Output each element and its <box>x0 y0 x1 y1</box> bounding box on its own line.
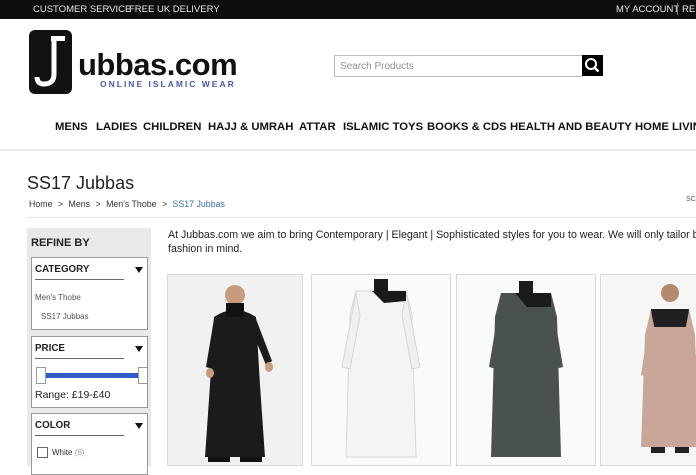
nav-mens[interactable]: MENS <box>55 121 88 133</box>
search-icon <box>585 58 600 73</box>
product-card[interactable] <box>456 274 596 466</box>
nav-home-living[interactable]: HOME LIVIN <box>635 121 696 133</box>
color-filter-heading[interactable]: COLOR <box>35 420 70 431</box>
color-option-name: White <box>52 448 73 457</box>
price-slider-track[interactable] <box>42 373 142 378</box>
filter-heading-underline <box>35 435 124 436</box>
breadcrumb: Home > Mens > Men's Thobe > SS17 Jubbas <box>29 199 228 209</box>
nav-books-cds[interactable]: BOOKS & CDS <box>427 121 507 133</box>
logo-tagline: ONLINE ISLAMIC WEAR <box>100 79 236 89</box>
sort-label[interactable]: SC <box>686 196 696 203</box>
category-option-ss17-jubbas[interactable]: SS17 Jubbas <box>41 312 89 321</box>
price-filter-heading[interactable]: PRICE <box>35 343 65 354</box>
price-range-text: Range: £19-£40 <box>35 389 111 401</box>
nav-hajj-umrah[interactable]: HAJJ & UMRAH <box>208 121 293 133</box>
header-divider <box>0 149 696 152</box>
filter-heading-underline <box>35 358 124 359</box>
breadcrumb-current[interactable]: SS17 Jubbas <box>173 199 225 209</box>
category-option-mens-thobe[interactable]: Men's Thobe <box>35 293 81 302</box>
product-image-white-jubba[interactable] <box>312 275 450 465</box>
breadcrumb-home[interactable]: Home <box>29 199 52 209</box>
product-card[interactable] <box>167 274 303 466</box>
refine-title: REFINE BY <box>31 237 90 249</box>
breadcrumb-separator: > <box>57 199 64 209</box>
search-button[interactable] <box>582 55 603 76</box>
search-input[interactable] <box>334 55 583 77</box>
topbar-divider <box>677 3 678 15</box>
price-filter: PRICE Range: £19-£40 <box>31 336 148 408</box>
intro-text: At Jubbas.com we aim to bring Contempora… <box>168 228 696 256</box>
chevron-down-icon[interactable] <box>135 423 143 429</box>
intro-line-1: At Jubbas.com we aim to bring Contempora… <box>168 229 696 241</box>
product-image-black-jubba[interactable] <box>168 275 302 465</box>
top-bar: CUSTOMER SERVICE FREE UK DELIVERY MY ACC… <box>0 0 696 19</box>
breadcrumb-separator: > <box>161 199 168 209</box>
refine-sidebar: REFINE BY CATEGORY Men's Thobe SS17 Jubb… <box>27 228 151 475</box>
page-title: SS17 Jubbas <box>27 173 135 193</box>
content-divider <box>27 217 696 218</box>
customer-service-link[interactable]: CUSTOMER SERVICE <box>33 4 131 15</box>
free-delivery-link[interactable]: FREE UK DELIVERY <box>129 4 220 15</box>
product-card[interactable] <box>311 274 451 466</box>
nav-attar[interactable]: ATTAR <box>299 121 336 133</box>
register-link[interactable]: RE <box>682 4 695 15</box>
nav-health-beauty[interactable]: HEALTH AND BEAUTY <box>510 121 632 133</box>
price-slider-max-handle[interactable] <box>138 367 148 384</box>
category-filter: CATEGORY Men's Thobe SS17 Jubbas <box>31 257 148 330</box>
logo-icon[interactable] <box>29 30 72 94</box>
nav-children[interactable]: CHILDREN <box>143 121 201 133</box>
site-header: ubbas.com ONLINE ISLAMIC WEAR MENS LADIE… <box>0 19 696 149</box>
product-image-grey-jubba[interactable] <box>457 275 595 465</box>
price-slider-min-handle[interactable] <box>36 367 46 384</box>
chevron-down-icon[interactable] <box>135 267 143 273</box>
category-filter-heading[interactable]: CATEGORY <box>35 264 89 275</box>
breadcrumb-mens-thobe[interactable]: Men's Thobe <box>106 199 156 209</box>
breadcrumb-separator: > <box>95 199 101 209</box>
nav-ladies[interactable]: LADIES <box>96 121 137 133</box>
product-image-beige-jubba[interactable] <box>601 275 696 465</box>
filter-heading-underline <box>35 279 124 280</box>
breadcrumb-mens[interactable]: Mens <box>69 199 91 209</box>
logo-text[interactable]: ubbas.com <box>78 49 238 80</box>
color-white-checkbox[interactable] <box>37 447 48 458</box>
product-card[interactable] <box>600 274 696 466</box>
nav-islamic-toys[interactable]: ISLAMIC TOYS <box>343 121 423 133</box>
color-white-label[interactable]: White (6) <box>52 448 84 457</box>
my-account-link[interactable]: MY ACCOUNT <box>616 4 679 15</box>
chevron-down-icon[interactable] <box>135 346 143 352</box>
color-option-count: (6) <box>74 448 85 457</box>
intro-line-2: fashion in mind. <box>168 243 243 255</box>
